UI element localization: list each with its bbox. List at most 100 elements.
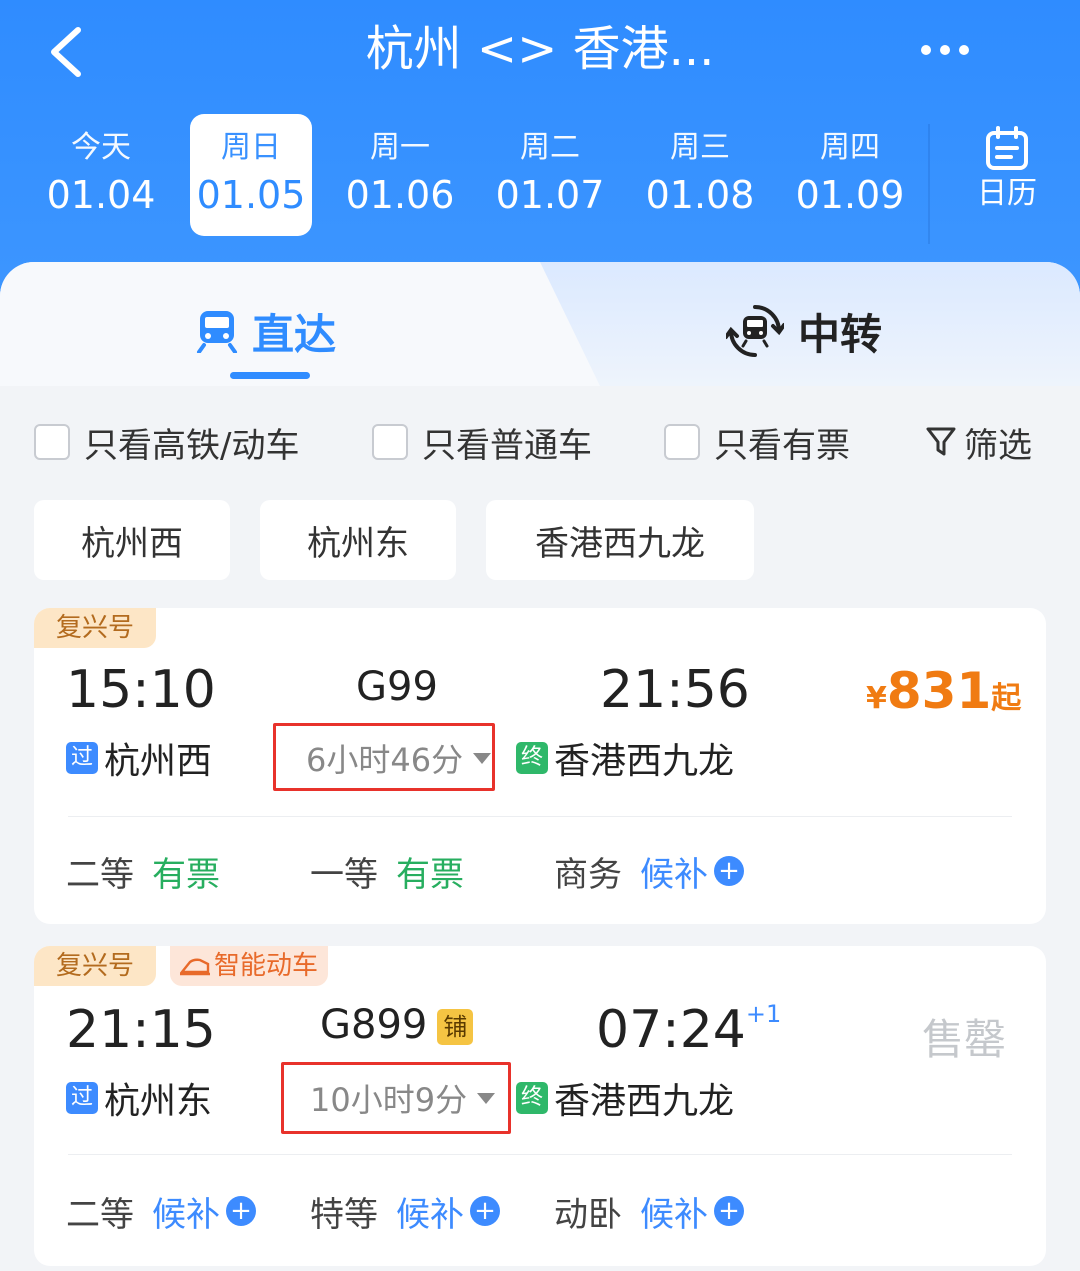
sleeper-tag: 铺: [437, 1009, 474, 1045]
arrive-station: 终 香港西九龙: [516, 1076, 734, 1122]
tab-direct[interactable]: 直达: [196, 296, 336, 366]
date-weekday: 周日: [221, 130, 281, 165]
checkbox[interactable]: [664, 424, 700, 460]
train-number-group: G899 铺: [320, 1002, 474, 1048]
price-value: 831: [886, 662, 992, 720]
arrive-station-name: 香港西九龙: [554, 1081, 735, 1122]
calendar-button[interactable]: 日历: [960, 126, 1054, 222]
train-icon: [197, 311, 237, 353]
transfer-icon: [726, 305, 784, 357]
arrive-time-group: 07:24+1: [596, 1000, 781, 1060]
plus-circle-icon[interactable]: +: [226, 1196, 256, 1226]
depart-station: 过 杭州西: [66, 736, 212, 782]
seat-second-class[interactable]: 二等 候补 +: [66, 1186, 256, 1236]
calendar-label: 日历: [977, 176, 1037, 211]
seat-business-class[interactable]: 商务 候补 +: [554, 846, 744, 896]
seat-class: 一等: [310, 854, 378, 895]
date-item-0109[interactable]: 周四 01.09: [789, 114, 911, 236]
terminal-tag: 终: [516, 1082, 548, 1114]
day-offset: +1: [745, 1000, 782, 1028]
seat-class: 二等: [66, 1194, 134, 1235]
sold-out-label: 售罄: [922, 1015, 1007, 1064]
filter-button-label: 筛选: [964, 425, 1032, 466]
plus-circle-icon[interactable]: +: [714, 1196, 744, 1226]
pass-tag: 过: [66, 742, 98, 774]
date-divider: [928, 124, 930, 244]
seat-class: 动卧: [554, 1194, 622, 1235]
plus-circle-icon[interactable]: +: [470, 1196, 500, 1226]
date-weekday: 今天: [71, 130, 131, 165]
results-panel: 直达 中转 只看高铁/动车 只看普通车 只看有票 筛选 杭州西 杭州东 香港西九…: [0, 262, 1080, 1271]
seat-status: 候补: [640, 854, 708, 895]
date-value: 01.08: [645, 173, 755, 217]
date-weekday: 周二: [520, 130, 580, 165]
tab-direct-label: 直达: [252, 309, 337, 359]
date-item-0105[interactable]: 周日 01.05: [190, 114, 312, 236]
seat-class: 二等: [66, 854, 134, 895]
station-chip[interactable]: 香港西九龙: [486, 500, 754, 580]
highlight-box: [273, 723, 495, 791]
station-chip[interactable]: 杭州东: [260, 500, 456, 580]
filter-high-speed[interactable]: 只看高铁/动车: [34, 418, 299, 466]
header-bar: 杭州 <> 香港... 今天 01.04 周日 01.05 周一 01.06 周…: [0, 0, 1080, 300]
seat-status: 候补: [152, 1194, 220, 1235]
fuxing-badge: 复兴号: [34, 608, 157, 648]
seat-status: 候补: [396, 1194, 464, 1235]
seat-second-class[interactable]: 二等 有票: [66, 846, 220, 896]
tab-transfer-label: 中转: [798, 309, 883, 359]
filter-button[interactable]: 筛选: [926, 418, 1032, 466]
funnel-icon: [926, 427, 956, 456]
date-value: 01.07: [495, 173, 605, 217]
arrive-time: 07:24: [596, 1000, 746, 1060]
filter-available[interactable]: 只看有票: [664, 418, 850, 466]
calendar-icon: [986, 126, 1028, 170]
depart-station-name: 杭州西: [104, 741, 213, 782]
fuxing-badge: 复兴号: [34, 946, 157, 986]
price-suffix: 起: [991, 681, 1022, 716]
highlight-box: [281, 1062, 511, 1134]
seat-sleeper-class[interactable]: 动卧 候补 +: [554, 1186, 744, 1236]
date-weekday: 周一: [370, 130, 430, 165]
plus-circle-icon[interactable]: +: [714, 856, 744, 886]
date-weekday: 周三: [670, 130, 730, 165]
depart-station: 过 杭州东: [66, 1076, 212, 1122]
filter-regular[interactable]: 只看普通车: [372, 418, 592, 466]
price-symbol: ¥: [866, 681, 887, 716]
train-number: G99: [356, 664, 438, 710]
station-chip[interactable]: 杭州西: [34, 500, 230, 580]
date-selector: 今天 01.04 周日 01.05 周一 01.06 周二 01.07 周三 0…: [26, 114, 926, 236]
checkbox[interactable]: [34, 424, 70, 460]
date-value: 01.09: [795, 173, 905, 217]
seat-status: 候补: [640, 1194, 708, 1235]
date-item-0108[interactable]: 周三 01.08: [639, 114, 761, 236]
smart-badge-label: 智能动车: [214, 951, 319, 981]
seat-premium-class[interactable]: 特等 候补 +: [310, 1186, 500, 1236]
date-value: 01.04: [46, 173, 156, 217]
terminal-tag: 终: [516, 742, 548, 774]
filter-label: 只看普通车: [422, 425, 592, 466]
tab-transfer[interactable]: 中转: [726, 296, 882, 366]
filter-label: 只看有票: [714, 425, 850, 466]
more-button[interactable]: [910, 22, 980, 78]
date-item-0106[interactable]: 周一 01.06: [339, 114, 461, 236]
smart-train-badge: 智能动车: [170, 946, 329, 986]
arrive-time: 21:56: [600, 660, 750, 720]
arrive-station-name: 香港西九龙: [554, 741, 735, 782]
seat-class: 商务: [554, 854, 622, 895]
seat-class: 特等: [310, 1194, 378, 1235]
price: ¥ 831 起: [866, 662, 1021, 720]
filter-label: 只看高铁/动车: [84, 425, 300, 466]
date-item-0104[interactable]: 今天 01.04: [40, 114, 162, 236]
pass-tag: 过: [66, 1082, 98, 1114]
date-item-0107[interactable]: 周二 01.07: [489, 114, 611, 236]
arrive-station: 终 香港西九龙: [516, 736, 734, 782]
card-divider: [68, 816, 1012, 817]
seat-first-class[interactable]: 一等 有票: [310, 846, 464, 896]
seat-status: 有票: [152, 854, 220, 895]
train-card-g99[interactable]: 复兴号 15:10 G99 21:56 ¥ 831 起 过 杭州西 6小时46分…: [34, 608, 1046, 924]
train-side-icon: [180, 958, 210, 976]
train-card-g899[interactable]: 复兴号 智能动车 21:15 G899 铺 07:24+1 售罄 过 杭州东 10…: [34, 946, 1046, 1266]
depart-time: 21:15: [66, 1000, 216, 1060]
checkbox[interactable]: [372, 424, 408, 460]
date-value: 01.05: [196, 173, 306, 217]
